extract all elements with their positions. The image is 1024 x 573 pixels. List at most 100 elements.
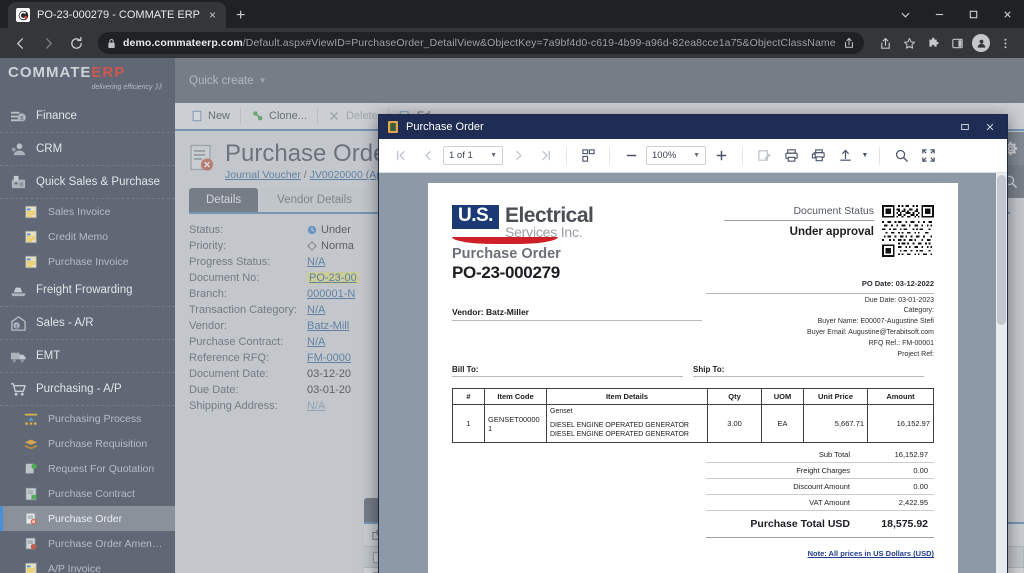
meta-label: Buyer Email: bbox=[807, 329, 847, 337]
sales-ar-icon: $ bbox=[10, 315, 27, 332]
next-page-icon[interactable] bbox=[506, 144, 530, 168]
sidebar-label: Purchase Invoice bbox=[48, 255, 129, 268]
vendor-rule bbox=[452, 320, 702, 321]
chevron-down-icon[interactable] bbox=[888, 0, 922, 28]
report-viewer-body[interactable]: U.S. Electrical Services Inc. Purchase O… bbox=[379, 173, 1007, 573]
back-icon[interactable] bbox=[8, 31, 32, 55]
document-meta: PO Date: 03-12-2022 Due Date: 03-01-2023… bbox=[706, 278, 934, 361]
zoom-level-select[interactable]: 100% ▼ bbox=[646, 146, 706, 165]
grand-total-label: Purchase Total USD bbox=[750, 518, 850, 531]
cell-item-code: GENSET000001 bbox=[484, 403, 547, 444]
browser-toolbar-icons bbox=[874, 32, 1016, 54]
sidebar-item-purchase-invoice[interactable]: Purchase Invoice bbox=[0, 249, 175, 274]
sidebar-item-purchase-order-amendment[interactable]: Purchase Order Amendment bbox=[0, 531, 175, 556]
document-icon bbox=[22, 203, 39, 220]
zoom-out-icon[interactable] bbox=[619, 144, 643, 168]
new-tab-button[interactable]: + bbox=[236, 8, 245, 24]
app-logo[interactable]: COMMATEERP delivering efficiency 》》 bbox=[0, 58, 175, 100]
logo-name: COMMATE bbox=[8, 64, 92, 81]
thumbnails-icon[interactable] bbox=[576, 144, 600, 168]
page-number-select[interactable]: 1 of 1 ▼ bbox=[443, 146, 503, 165]
zoom-in-icon[interactable] bbox=[709, 144, 733, 168]
logo-suffix: ERP bbox=[91, 64, 126, 81]
report-scrollbar-thumb[interactable] bbox=[997, 175, 1006, 325]
col-uom: UOM bbox=[761, 388, 804, 405]
document-status-value: Under approval bbox=[789, 226, 874, 238]
first-page-icon[interactable] bbox=[389, 144, 413, 168]
reload-icon[interactable] bbox=[64, 31, 88, 55]
total-label: VAT Amount bbox=[706, 494, 856, 512]
ship-to-block: Ship To: bbox=[693, 365, 934, 377]
total-label: Discount Amount bbox=[706, 478, 856, 496]
bill-to-rule bbox=[452, 376, 684, 377]
sidebar-item-purchase-requisition[interactable]: Purchase Requisition bbox=[0, 431, 175, 456]
document-status-label: Document Status bbox=[793, 205, 874, 217]
search-icon[interactable] bbox=[889, 144, 913, 168]
share-icon[interactable] bbox=[843, 37, 855, 49]
sidebar-item-freight-frowarding[interactable]: Freight Frowarding bbox=[0, 274, 175, 307]
minimize-icon[interactable] bbox=[922, 0, 956, 28]
cart-icon bbox=[10, 381, 27, 398]
sidebar-label: Quick Sales & Purchase bbox=[36, 176, 161, 188]
sidebar-label: Purchasing - A/P bbox=[36, 383, 122, 395]
chevron-down-icon[interactable]: ▼ bbox=[490, 152, 497, 159]
detail-line: DIESEL ENGINE OPERATED GENERATOR bbox=[550, 422, 689, 429]
cell-unit-price: 5,667.71 bbox=[803, 403, 868, 444]
sidebar-item-sales-ar[interactable]: $ Sales - A/R bbox=[0, 307, 175, 340]
sidebar-item-credit-memo[interactable]: Credit Memo bbox=[0, 224, 175, 249]
sidebar-item-emt[interactable]: EMT bbox=[0, 340, 175, 373]
export-caret-icon[interactable]: ▼ bbox=[860, 144, 870, 168]
sidebar-item-purchasing-process[interactable]: Purchasing Process bbox=[0, 406, 175, 431]
last-page-icon[interactable] bbox=[533, 144, 557, 168]
report-scrollbar[interactable] bbox=[996, 173, 1007, 573]
browser-navbar: demo.commateerp.com/Default.aspx#ViewID=… bbox=[0, 28, 1024, 58]
toolbar-divider bbox=[879, 146, 880, 165]
detail-line: DIESEL ENGINE OPERATED GENERATOR bbox=[550, 431, 689, 439]
table-header-row: # Item Code Item Details Qty UOM Unit Pr… bbox=[452, 388, 934, 405]
sidebar-item-purchasing-ap[interactable]: Purchasing - A/P bbox=[0, 373, 175, 406]
maximize-icon[interactable] bbox=[956, 0, 990, 28]
meta-value: E00007-Augustine Stefi bbox=[860, 318, 934, 326]
meta-value: 03-12-2022 bbox=[895, 279, 934, 288]
sidebar-item-purchase-contract[interactable]: Purchase Contract bbox=[0, 481, 175, 506]
sidebar-item-purchase-order[interactable]: Purchase Order bbox=[0, 506, 175, 531]
dialog-restore-button[interactable] bbox=[956, 118, 974, 136]
sidebar-item-quick-sales-purchase[interactable]: Quick Sales & Purchase bbox=[0, 166, 175, 199]
fullscreen-icon[interactable] bbox=[916, 144, 940, 168]
forward-icon[interactable] bbox=[36, 31, 60, 55]
total-row-freight-charges: Freight Charges 0.00 bbox=[706, 462, 934, 480]
erp-page: COMMATEERP delivering efficiency 》》 $ Fi… bbox=[0, 58, 1024, 573]
sidebar-item-sales-invoice[interactable]: Sales Invoice bbox=[0, 199, 175, 224]
cell-num: 1 bbox=[452, 403, 485, 444]
total-value: 2,422.95 bbox=[856, 494, 934, 512]
chevron-down-icon[interactable]: ▼ bbox=[693, 152, 700, 159]
status-divider bbox=[724, 220, 874, 221]
address-bar[interactable]: demo.commateerp.com/Default.aspx#ViewID=… bbox=[98, 32, 864, 54]
print-icon[interactable] bbox=[779, 144, 803, 168]
close-icon[interactable] bbox=[990, 0, 1024, 28]
sidebar-label: Purchasing Process bbox=[48, 412, 142, 425]
browser-window: PO-23-000279 - COMMATE ERP × + demo.comm… bbox=[0, 0, 1024, 573]
editing-fields-icon[interactable] bbox=[752, 144, 776, 168]
dialog-close-button[interactable] bbox=[981, 118, 999, 136]
total-row-vat-amount: VAT Amount 2,422.95 bbox=[706, 494, 934, 512]
tab-close-icon[interactable]: × bbox=[207, 9, 218, 21]
total-label: Freight Charges bbox=[706, 462, 856, 480]
col-qty: Qty bbox=[707, 388, 762, 405]
share-toolbar-icon[interactable] bbox=[874, 32, 896, 54]
sidebar-item-finance[interactable]: $ Finance bbox=[0, 100, 175, 133]
contract-icon bbox=[22, 485, 39, 502]
sidebar-item-request-for-quotation[interactable]: Request For Quotation bbox=[0, 456, 175, 481]
sidebar-item-crm[interactable]: CRM bbox=[0, 133, 175, 166]
bookmark-star-icon[interactable] bbox=[898, 32, 920, 54]
browser-menu-icon[interactable] bbox=[994, 32, 1016, 54]
line-items-table: # Item Code Item Details Qty UOM Unit Pr… bbox=[452, 388, 934, 444]
side-panel-icon[interactable] bbox=[946, 32, 968, 54]
profile-avatar[interactable] bbox=[970, 32, 992, 54]
print-page-icon[interactable] bbox=[806, 144, 830, 168]
prev-page-icon[interactable] bbox=[416, 144, 440, 168]
extensions-puzzle-icon[interactable] bbox=[922, 32, 944, 54]
browser-tab[interactable]: PO-23-000279 - COMMATE ERP × bbox=[8, 2, 227, 28]
sidebar-item-ap-invoice[interactable]: A/P Invoice bbox=[0, 556, 175, 573]
export-icon[interactable] bbox=[833, 144, 857, 168]
